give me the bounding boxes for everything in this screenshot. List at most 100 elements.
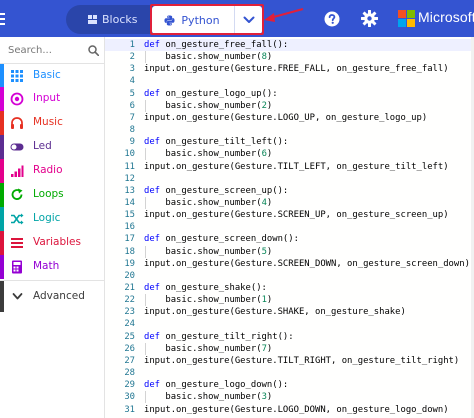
category-label: Loops [33, 188, 64, 200]
code-line[interactable]: 21 def on_gesture_shake(): [105, 282, 474, 294]
category-basic[interactable]: Basic [0, 64, 105, 88]
code-line[interactable]: 29 def on_gesture_logo_down(): [105, 379, 474, 391]
category-music[interactable]: Music [0, 111, 105, 135]
line-number: 4 [129, 76, 135, 87]
category-label: Radio [33, 164, 63, 176]
toolbox-search [0, 37, 105, 64]
code-line[interactable]: 11 input.on_gesture(Gesture.TILT_LEFT, on… [105, 161, 474, 173]
line-number: 30 [124, 392, 135, 403]
line-number: 27 [124, 355, 135, 366]
code-line[interactable]: 3 input.on_gesture(Gesture.FREE_FALL, on_… [105, 63, 474, 75]
code-line[interactable]: 18 basic.show_number(5) [105, 245, 474, 258]
code-text: input.on_gesture(Gesture.TILT_LEFT, on_g… [144, 161, 449, 172]
line-number: 5 [129, 88, 135, 99]
code-line[interactable]: 30 basic.show_number(3) [105, 391, 474, 404]
gear-icon[interactable] [361, 10, 378, 27]
keyword: def [144, 331, 161, 342]
code-line[interactable]: 27 input.on_gesture(Gesture.TILT_RIGHT, o… [105, 355, 474, 367]
code-line[interactable]: 19 input.on_gesture(Gesture.SCREEN_DOWN, … [105, 258, 474, 270]
code-text: basic.show_number(1) [144, 295, 273, 306]
microsoft-wordmark[interactable]: Microsoft [418, 9, 474, 25]
keyword: def [144, 283, 161, 293]
number-literal: 2 [261, 100, 267, 111]
code-line[interactable]: 5 def on_gesture_logo_up(): [105, 88, 474, 100]
code-line[interactable]: 2 basic.show_number(8) [105, 51, 474, 64]
category-color-bar [0, 183, 4, 207]
line-number: 6 [129, 100, 135, 111]
blocks-tab[interactable]: Blocks [82, 9, 148, 30]
code-line[interactable]: 1 def on_gesture_free_fall(): [105, 39, 474, 52]
code-line[interactable]: 25 def on_gesture_tilt_right(): [105, 331, 474, 343]
code-line[interactable]: 12 [105, 173, 474, 185]
code-text: def on_gesture_logo_down(): [144, 380, 289, 391]
number-literal: 6 [261, 149, 267, 160]
code-line[interactable]: 14 basic.show_number(4) [105, 196, 474, 210]
microsoft-logo[interactable] [398, 10, 415, 27]
grid-icon [11, 70, 23, 82]
code-text: input.on_gesture(Gesture.TILT_RIGHT, on_… [144, 355, 460, 366]
line-number: 2 [129, 52, 135, 63]
code-text: def on_gesture_screen_down(): [144, 234, 299, 245]
list-icon [11, 238, 23, 248]
code-text: def on_gesture_screen_up(): [144, 185, 289, 196]
line-number: 15 [124, 210, 135, 221]
toggle-icon [10, 143, 24, 151]
category-label: Basic [33, 69, 61, 81]
code-line[interactable]: 26 basic.show_number(7) [105, 342, 474, 355]
code-line[interactable]: 9 def on_gesture_tilt_left(): [105, 136, 474, 148]
category-loops[interactable]: Loops [0, 183, 105, 207]
blocks-tab-label: Blocks [102, 13, 138, 26]
code-text: input.on_gesture(Gesture.SCREEN_UP, on_g… [144, 210, 449, 221]
code-text: input.on_gesture(Gesture.SCREEN_DOWN, on… [144, 258, 470, 269]
code-line[interactable]: 15 input.on_gesture(Gesture.SCREEN_UP, on… [105, 209, 474, 221]
help-icon[interactable] [324, 11, 340, 27]
code-text: input.on_gesture(Gesture.SHAKE, on_gestu… [144, 307, 406, 318]
code-line[interactable]: 17 def on_gesture_screen_down(): [105, 233, 474, 245]
code-line[interactable]: 31 input.on_gesture(Gesture.LOGO_DOWN, on… [105, 404, 474, 416]
category-input[interactable]: Input [0, 87, 105, 111]
code-line[interactable]: 6 basic.show_number(2) [105, 99, 474, 112]
line-number: 7 [129, 112, 135, 123]
line-number: 8 [129, 125, 135, 136]
toolbox: Basic Input Music Led [0, 37, 105, 418]
line-number: 18 [124, 246, 135, 257]
code-line[interactable]: 10 basic.show_number(6) [105, 148, 474, 161]
number-literal: 8 [261, 52, 267, 63]
line-number: 28 [124, 368, 135, 379]
code-editor[interactable]: 1 def on_gesture_free_fall(): 2 basic.show… [105, 37, 474, 418]
code-text: basic.show_number(3) [144, 392, 273, 403]
category-variables[interactable]: Variables [0, 231, 105, 255]
category-radio[interactable]: Radio [0, 159, 105, 183]
category-logic[interactable]: Logic [0, 207, 105, 231]
search-input[interactable] [8, 42, 86, 59]
code-line[interactable]: 7 input.on_gesture(Gesture.LOGO_UP, on_ge… [105, 112, 474, 124]
category-led[interactable]: Led [0, 135, 105, 159]
calculator-icon [12, 260, 22, 274]
annotation-highlight-box [150, 4, 264, 35]
line-number: 16 [124, 222, 135, 233]
line-number: 13 [124, 185, 135, 196]
code-line[interactable]: 22 basic.show_number(1) [105, 294, 474, 307]
line-number: 20 [124, 270, 135, 281]
code-line[interactable]: 20 [105, 270, 474, 282]
code-line[interactable]: 4 [105, 75, 474, 87]
number-literal: 1 [261, 295, 267, 306]
category-color-bar [0, 87, 4, 111]
code-text: input.on_gesture(Gesture.LOGO_DOWN, on_g… [144, 404, 449, 415]
code-text: basic.show_number(7) [144, 343, 273, 354]
code-line[interactable]: 23 input.on_gesture(Gesture.SHAKE, on_ges… [105, 306, 474, 318]
code-line[interactable]: 28 [105, 367, 474, 379]
menu-icon[interactable] [0, 12, 7, 26]
advanced-label: Advanced [33, 290, 85, 302]
category-label: Led [33, 140, 52, 152]
category-math[interactable]: Math [0, 255, 105, 279]
category-label: Variables [33, 236, 81, 248]
code-line[interactable]: 13 def on_gesture_screen_up(): [105, 185, 474, 197]
code-line[interactable]: 16 [105, 221, 474, 233]
search-icon[interactable] [88, 45, 99, 56]
category-advanced[interactable]: Advanced [0, 280, 105, 312]
code-line[interactable]: 24 [105, 318, 474, 330]
code-line[interactable]: 8 [105, 124, 474, 136]
keyword: def [144, 40, 161, 50]
code-text: basic.show_number(6) [144, 149, 273, 160]
